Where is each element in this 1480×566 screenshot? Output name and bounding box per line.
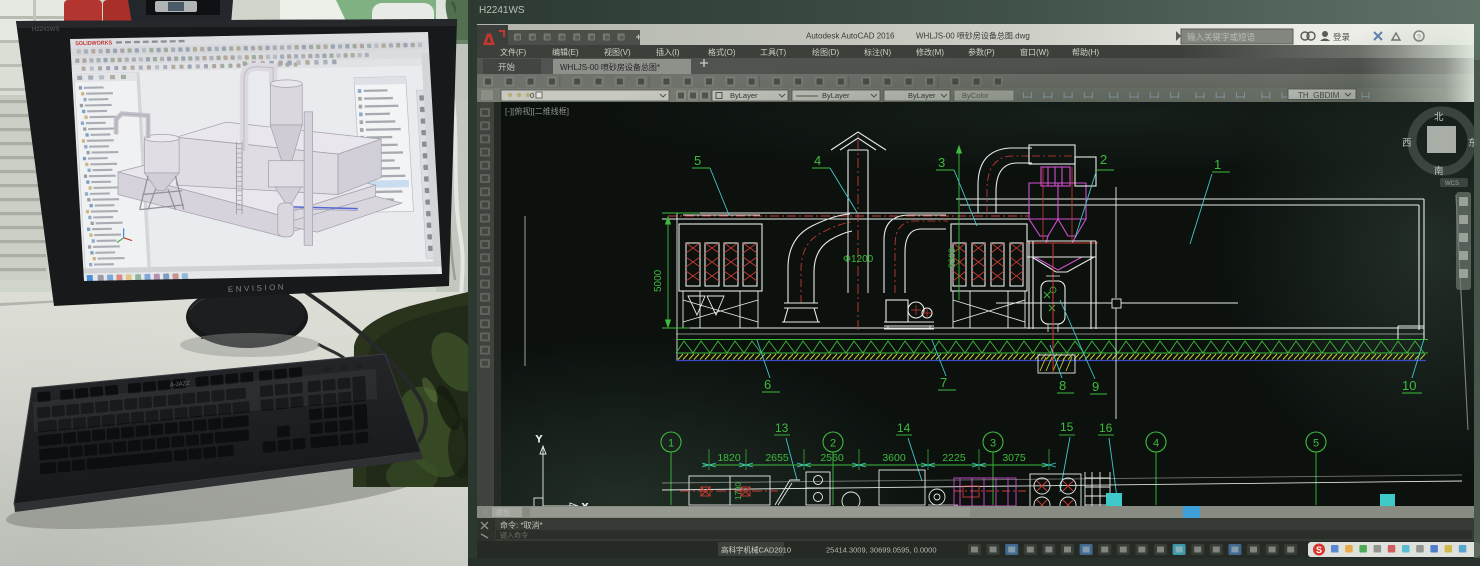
svg-text:H2241WS: H2241WS bbox=[32, 27, 59, 33]
svg-text:格式(O): 格式(O) bbox=[708, 47, 736, 57]
svg-text:参数(P): 参数(P) bbox=[968, 47, 995, 57]
svg-text:南: 南 bbox=[1434, 165, 1444, 177]
svg-text:输入关键字或短语: 输入关键字或短语 bbox=[1187, 32, 1256, 42]
svg-text:Φ1200: Φ1200 bbox=[843, 254, 874, 265]
svg-text:编辑(E): 编辑(E) bbox=[552, 47, 579, 57]
svg-text:4: 4 bbox=[814, 153, 821, 168]
svg-text:0: 0 bbox=[530, 91, 534, 100]
svg-text:绘图(D): 绘图(D) bbox=[812, 47, 839, 57]
svg-text:25414.3009, 30699.0595, 0.0000: 25414.3009, 30699.0595, 0.0000 bbox=[826, 546, 937, 555]
svg-text:3075: 3075 bbox=[1002, 452, 1026, 464]
svg-text:视图(V): 视图(V) bbox=[604, 47, 631, 57]
svg-text:工具(T): 工具(T) bbox=[760, 48, 787, 57]
svg-text:插入(I): 插入(I) bbox=[656, 47, 680, 57]
svg-text:西: 西 bbox=[1402, 138, 1412, 149]
svg-text:2560: 2560 bbox=[820, 452, 844, 464]
svg-text:15: 15 bbox=[1060, 420, 1074, 434]
svg-text:2225: 2225 bbox=[942, 452, 966, 464]
svg-text:3: 3 bbox=[990, 438, 996, 450]
svg-text:标注(N): 标注(N) bbox=[864, 47, 891, 57]
svg-text:2: 2 bbox=[1100, 152, 1107, 167]
svg-text:开始: 开始 bbox=[498, 62, 516, 72]
svg-text:键入命令: 键入命令 bbox=[500, 531, 528, 540]
svg-text:SOLIDWORKS: SOLIDWORKS bbox=[75, 40, 113, 47]
svg-text:高科宇机械CAD2010: 高科宇机械CAD2010 bbox=[721, 545, 791, 555]
svg-text:8: 8 bbox=[1059, 378, 1066, 393]
svg-text:5: 5 bbox=[694, 153, 701, 168]
svg-text:命令: *取消*: 命令: *取消* bbox=[500, 520, 543, 530]
svg-text:3600: 3600 bbox=[882, 452, 906, 464]
svg-text:1: 1 bbox=[1214, 157, 1221, 172]
svg-text:Autodesk AutoCAD 2016: Autodesk AutoCAD 2016 bbox=[806, 32, 895, 41]
svg-text:4: 4 bbox=[1153, 438, 1159, 450]
svg-text:H2241WS: H2241WS bbox=[479, 5, 525, 16]
svg-text:北: 北 bbox=[1434, 112, 1444, 123]
svg-text:WHLJS-00 喷砂房设备总图.dwg: WHLJS-00 喷砂房设备总图.dwg bbox=[916, 31, 1030, 41]
svg-text:1820: 1820 bbox=[717, 452, 741, 464]
svg-text:13: 13 bbox=[775, 421, 789, 435]
svg-text:14: 14 bbox=[897, 421, 911, 435]
svg-text:WHLJS-00 喷砂房设备总图*: WHLJS-00 喷砂房设备总图* bbox=[560, 62, 660, 72]
svg-text:5: 5 bbox=[1313, 438, 1319, 450]
svg-text:2: 2 bbox=[830, 438, 836, 450]
svg-text:模型: 模型 bbox=[496, 508, 510, 517]
svg-text:文件(F): 文件(F) bbox=[500, 47, 527, 57]
svg-text:8300: 8300 bbox=[947, 248, 957, 268]
svg-text:Y: Y bbox=[536, 434, 542, 444]
svg-text:10: 10 bbox=[1402, 378, 1416, 393]
svg-text:7: 7 bbox=[940, 375, 947, 390]
svg-text:6: 6 bbox=[764, 377, 771, 392]
svg-text:修改(M): 修改(M) bbox=[916, 47, 944, 57]
svg-text:16: 16 bbox=[1099, 421, 1113, 435]
svg-text:[-][俯视][二维线框]: [-][俯视][二维线框] bbox=[505, 106, 569, 116]
svg-text:WCS: WCS bbox=[1445, 181, 1459, 187]
svg-text:5000: 5000 bbox=[653, 269, 664, 292]
svg-text:1: 1 bbox=[668, 438, 674, 450]
svg-text:3: 3 bbox=[938, 155, 945, 170]
svg-text:S: S bbox=[1316, 545, 1322, 555]
svg-text:9: 9 bbox=[1092, 379, 1099, 394]
svg-text:2655: 2655 bbox=[765, 452, 789, 464]
